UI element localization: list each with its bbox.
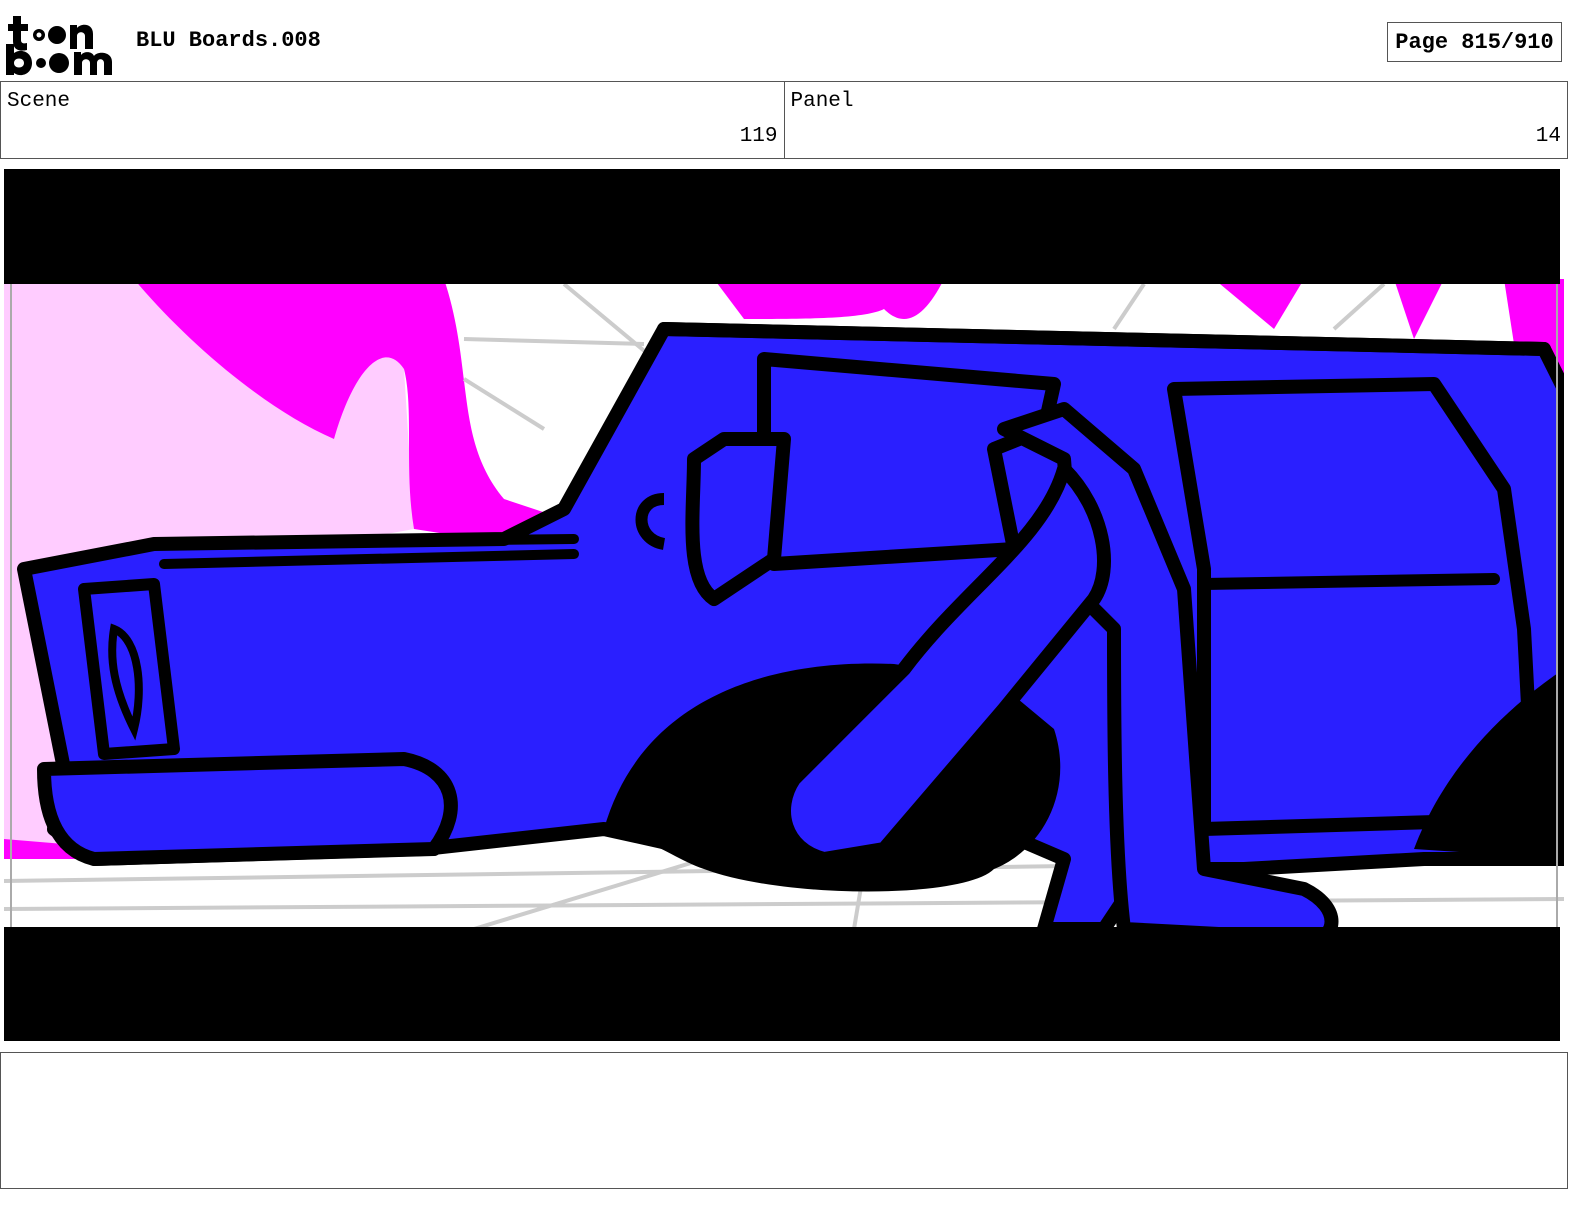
scene-panel-row: Scene 119 Panel 14 [0,81,1568,159]
scene-label: Scene [7,90,71,113]
notes-box [0,1052,1568,1189]
storyboard-frame [4,169,1564,1041]
toon-boom-logo [4,14,116,76]
scene-number: 119 [739,125,778,148]
panel-number: 14 [1535,125,1561,148]
project-title: BLU Boards.008 [136,28,321,53]
scene-cell: Scene 119 [1,82,784,158]
page-indicator: Page 815/910 [1387,22,1562,62]
storyboard-drawing [4,169,1564,1041]
panel-label: Panel [790,90,854,113]
panel-cell: Panel 14 [783,82,1568,158]
logo-icon [6,16,112,76]
